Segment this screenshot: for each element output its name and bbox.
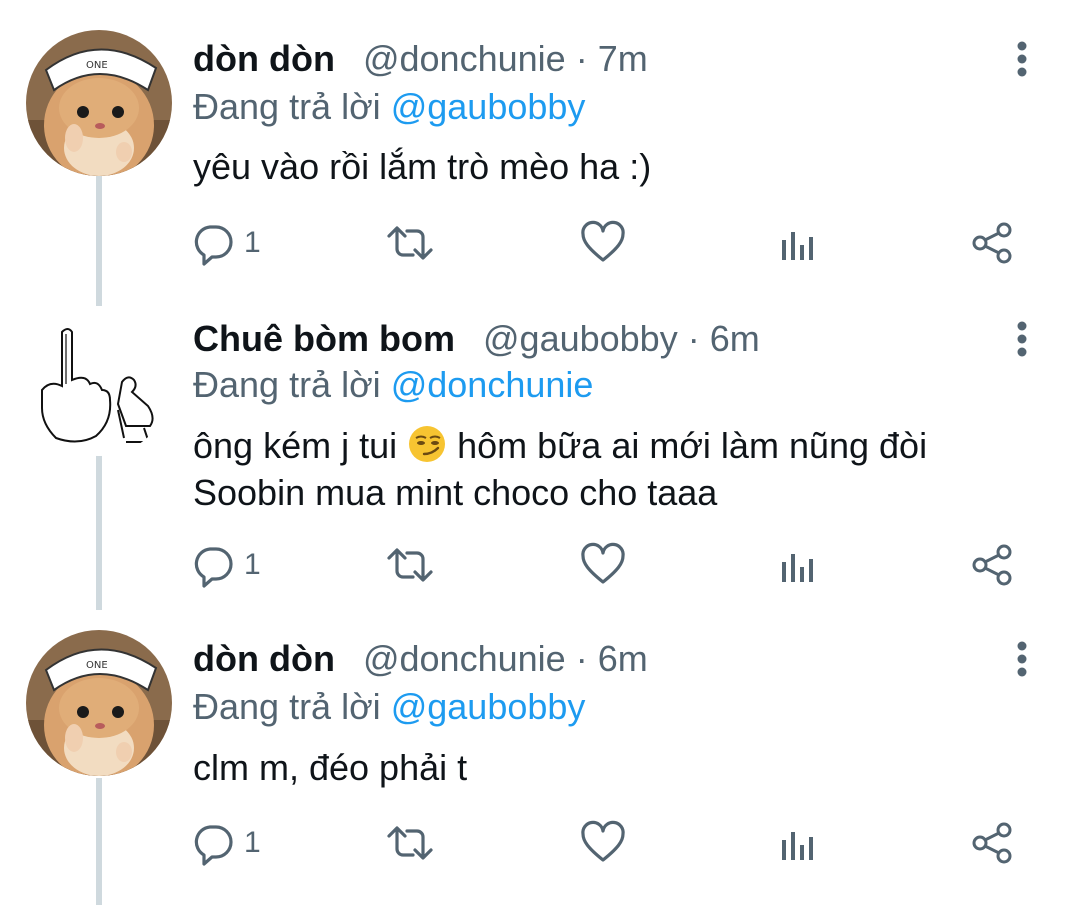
action-bar: 1 (190, 818, 1030, 868)
tweet-text-fragment: hôm bữa ai mới làm nũng đòi (457, 425, 928, 466)
replying-to: Đang trả lời @donchunie (193, 364, 593, 406)
share-icon (972, 544, 1012, 586)
avatar[interactable] (26, 310, 172, 456)
timestamp[interactable]: 7m (598, 38, 648, 79)
replying-to-label: Đang trả lời (193, 364, 381, 405)
reply-button[interactable]: 1 (190, 818, 261, 868)
retweet-button[interactable] (385, 818, 435, 868)
more-vertical-icon (1017, 641, 1027, 677)
retweet-icon (387, 548, 433, 582)
tweet[interactable]: Chuê bòm bom @gaubobby · 6m Đang trả lời… (0, 300, 1080, 620)
hamster-avatar-icon: ONE (26, 630, 172, 776)
share-button[interactable] (970, 218, 1016, 268)
analytics-icon (782, 232, 813, 260)
share-button[interactable] (970, 818, 1016, 868)
more-options-button[interactable] (1006, 640, 1038, 680)
action-bar: 1 (190, 218, 1030, 268)
display-name[interactable]: Chuê bòm bom (193, 318, 455, 359)
svg-text:ONE: ONE (86, 60, 108, 71)
reply-mention-link[interactable]: @gaubobby (391, 86, 586, 127)
more-vertical-icon (1017, 321, 1027, 357)
replying-to: Đang trả lời @gaubobby (193, 86, 585, 128)
retweet-icon (387, 226, 433, 260)
retweet-button[interactable] (385, 540, 435, 590)
share-button[interactable] (970, 540, 1016, 590)
analytics-button[interactable] (775, 818, 821, 868)
reply-count: 1 (244, 226, 261, 259)
separator-dot: · (575, 38, 588, 79)
tweet-header: dòn dòn @donchunie · 6m (193, 638, 648, 680)
like-button[interactable] (580, 218, 626, 268)
analytics-button[interactable] (775, 218, 821, 268)
separator-dot: · (575, 638, 588, 679)
hamster-avatar-icon: ONE (26, 30, 172, 176)
avatar[interactable]: ONE (26, 30, 172, 176)
tweet-header: dòn dòn @donchunie · 7m (193, 38, 648, 80)
reply-icon (194, 825, 233, 866)
more-options-button[interactable] (1006, 320, 1038, 360)
analytics-icon (782, 832, 813, 860)
like-button[interactable] (580, 540, 626, 590)
tweet-text: ông kém j tui hôm bữa ai mới làm nũng đò… (193, 422, 1023, 516)
action-bar: 1 (190, 540, 1030, 590)
tweet-text-line: Soobin mua mint choco cho taaa (193, 472, 718, 513)
like-button[interactable] (580, 818, 626, 868)
tweet-text: yêu vào rồi lắm trò mèo ha :) (193, 143, 1023, 190)
tweet-text: clm m, đéo phải t (193, 744, 1023, 791)
share-icon (972, 222, 1012, 264)
reply-icon (194, 225, 233, 266)
reply-count: 1 (244, 826, 261, 859)
like-icon (581, 542, 625, 584)
avatar[interactable]: ONE (26, 630, 172, 776)
replying-to: Đang trả lời @gaubobby (193, 686, 585, 728)
reply-button[interactable]: 1 (190, 540, 261, 590)
reply-mention-link[interactable]: @donchunie (391, 364, 594, 405)
middle-finger-sketch-avatar-icon (26, 310, 172, 456)
tweet-text-line: clm m, đéo phải t (193, 747, 468, 788)
analytics-icon (782, 554, 813, 582)
user-handle[interactable]: @gaubobby (483, 318, 678, 359)
retweet-button[interactable] (385, 218, 435, 268)
svg-text:ONE: ONE (86, 660, 108, 671)
reply-count: 1 (244, 548, 261, 581)
tweet-text-line: yêu vào rồi lắm trò mèo ha :) (193, 146, 652, 187)
display-name[interactable]: dòn dòn (193, 638, 335, 679)
like-icon (581, 220, 625, 262)
tweet[interactable]: ONE dòn dòn @donchunie · 7m Đang trả lời… (0, 0, 1080, 300)
separator-dot: · (687, 318, 700, 359)
share-icon (972, 822, 1012, 864)
reply-icon (194, 547, 233, 588)
reply-button[interactable]: 1 (190, 218, 261, 268)
tweet-text-fragment: ông kém j tui (193, 425, 398, 466)
tweet[interactable]: ONE dòn dòn @donchunie · 6m Đang trả lời… (0, 620, 1080, 905)
smirking-face-emoji-icon (409, 426, 446, 462)
user-handle[interactable]: @donchunie (363, 638, 566, 679)
tweet-header: Chuê bòm bom @gaubobby · 6m (193, 318, 760, 360)
like-icon (581, 820, 625, 862)
display-name[interactable]: dòn dòn (193, 38, 335, 79)
user-handle[interactable]: @donchunie (363, 38, 566, 79)
reply-mention-link[interactable]: @gaubobby (391, 686, 586, 727)
replying-to-label: Đang trả lời (193, 686, 381, 727)
more-options-button[interactable] (1006, 40, 1038, 80)
timestamp[interactable]: 6m (710, 318, 760, 359)
retweet-icon (387, 826, 433, 860)
timestamp[interactable]: 6m (598, 638, 648, 679)
analytics-button[interactable] (775, 540, 821, 590)
tweet-text-line: ông kém j tui hôm bữa ai mới làm nũng đò… (193, 422, 1023, 469)
more-vertical-icon (1017, 41, 1027, 77)
replying-to-label: Đang trả lời (193, 86, 381, 127)
